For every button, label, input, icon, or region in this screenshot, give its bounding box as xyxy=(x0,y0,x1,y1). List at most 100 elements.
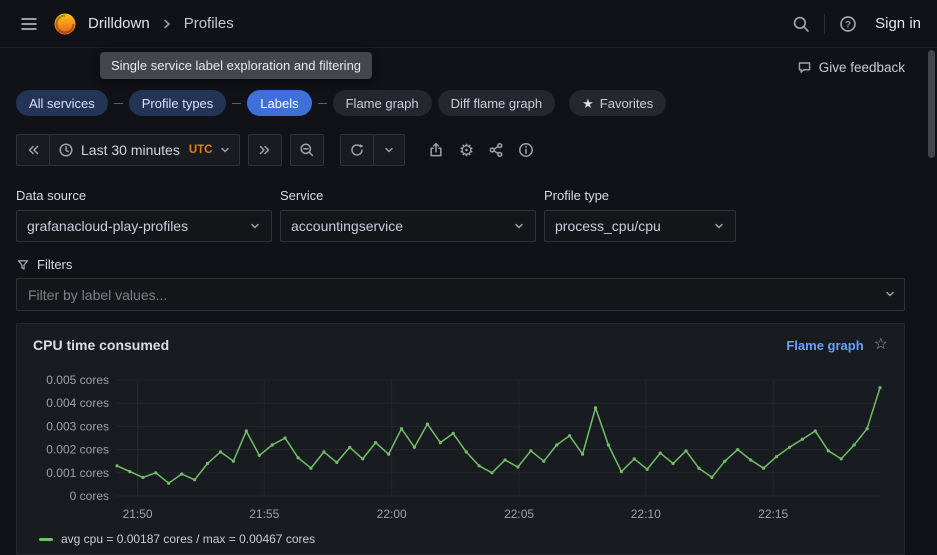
breadcrumb-page: Profiles xyxy=(184,15,234,32)
search-icon xyxy=(792,15,810,33)
star-outline-icon: ☆ xyxy=(874,336,888,353)
chevron-down-icon xyxy=(513,220,525,232)
clock-icon xyxy=(58,142,74,158)
star-icon: ★ xyxy=(582,97,594,110)
series-swatch xyxy=(39,538,53,541)
refresh-icon xyxy=(349,142,365,158)
filters-header: Filters xyxy=(16,257,905,272)
give-feedback-label: Give feedback xyxy=(819,60,905,75)
tab-all-services-label: All services xyxy=(29,96,95,111)
time-range-button[interactable]: Last 30 minutes UTC xyxy=(49,134,240,166)
settings-button[interactable]: ⚙ xyxy=(451,134,481,166)
info-button[interactable] xyxy=(511,134,541,166)
chevron-down-icon xyxy=(713,220,725,232)
topnav-divider xyxy=(824,14,825,34)
share-button[interactable] xyxy=(481,134,511,166)
double-chevron-right-icon xyxy=(257,142,273,158)
tab-profile-types-label: Profile types xyxy=(142,96,214,111)
tab-favorites-label: Favorites xyxy=(600,96,653,111)
cpu-panel: CPU time consumed Flame graph ☆ 0 cores 0… xyxy=(16,323,905,555)
tab-connector xyxy=(232,103,241,104)
datasource-value: grafanacloud-play-profiles xyxy=(27,218,188,234)
menu-button[interactable] xyxy=(16,11,42,37)
query-controls: Data source grafanacloud-play-profiles S… xyxy=(16,188,905,242)
time-toolbar: Last 30 minutes UTC xyxy=(16,134,905,166)
panel-title: CPU time consumed xyxy=(33,337,169,353)
breadcrumb-app-link[interactable]: Drilldown xyxy=(88,15,150,32)
filter-input-wrap xyxy=(16,278,905,311)
svg-text:0.004 cores: 0.004 cores xyxy=(46,396,109,410)
info-icon xyxy=(518,142,534,158)
exploration-tabs: All services Profile types Labels Flame … xyxy=(16,90,905,116)
datasource-field: Data source grafanacloud-play-profiles xyxy=(16,188,272,242)
help-button[interactable]: ? xyxy=(835,11,861,37)
svg-text:0.005 cores: 0.005 cores xyxy=(46,373,109,387)
datasource-select[interactable]: grafanacloud-play-profiles xyxy=(16,210,272,242)
filters-label: Filters xyxy=(37,257,72,272)
svg-text:21:55: 21:55 xyxy=(249,507,279,521)
profile-type-value: process_cpu/cpu xyxy=(555,218,661,234)
tab-labels[interactable]: Labels xyxy=(247,90,311,116)
legend-label: avg cpu = 0.00187 cores / max = 0.00467 … xyxy=(61,532,315,546)
svg-text:0.002 cores: 0.002 cores xyxy=(46,443,109,457)
panel-actions: Flame graph ☆ xyxy=(786,337,888,353)
profile-type-field: Profile type process_cpu/cpu xyxy=(544,188,736,242)
share-icon xyxy=(488,142,504,158)
svg-text:22:10: 22:10 xyxy=(631,507,661,521)
tab-connector xyxy=(114,103,123,104)
tab-profile-types[interactable]: Profile types xyxy=(129,90,227,116)
tab-all-services[interactable]: All services xyxy=(16,90,108,116)
give-feedback-link[interactable]: Give feedback xyxy=(797,60,905,75)
tab-favorites[interactable]: ★ Favorites xyxy=(569,90,666,116)
cpu-time-chart[interactable]: 0 cores0.001 cores0.002 cores0.003 cores… xyxy=(33,360,888,530)
service-select[interactable]: accountingservice xyxy=(280,210,536,242)
flame-graph-link[interactable]: Flame graph xyxy=(786,338,863,353)
help-icon: ? xyxy=(839,15,857,33)
filter-input[interactable] xyxy=(16,278,905,311)
scrollbar-thumb[interactable] xyxy=(928,50,935,158)
cpu-panel-header: CPU time consumed Flame graph ☆ xyxy=(33,334,888,356)
time-shift-back-button[interactable] xyxy=(16,134,50,166)
gear-icon: ⚙ xyxy=(459,142,474,159)
top-nav: Drilldown Profiles ? Sign in xyxy=(0,0,937,48)
chevron-right-icon xyxy=(160,17,174,31)
tab-diff-flame-graph[interactable]: Diff flame graph xyxy=(438,90,556,116)
page-body: Single service label exploration and fil… xyxy=(0,48,937,555)
favorite-panel-button[interactable]: ☆ xyxy=(874,337,888,353)
grafana-logo-icon xyxy=(52,11,78,37)
svg-text:22:00: 22:00 xyxy=(377,507,407,521)
svg-text:0.003 cores: 0.003 cores xyxy=(46,419,109,433)
zoom-out-button[interactable] xyxy=(290,134,324,166)
tab-flame-graph[interactable]: Flame graph xyxy=(333,90,432,116)
double-chevron-left-icon xyxy=(25,142,41,158)
service-value: accountingservice xyxy=(291,218,403,234)
scrollbar-track[interactable] xyxy=(927,48,937,546)
refresh-group xyxy=(340,134,405,166)
export-button[interactable] xyxy=(421,134,451,166)
subheader: Single service label exploration and fil… xyxy=(16,48,905,86)
profile-type-select[interactable]: process_cpu/cpu xyxy=(544,210,736,242)
svg-text:0 cores: 0 cores xyxy=(70,489,109,503)
refresh-button[interactable] xyxy=(340,134,374,166)
refresh-interval-button[interactable] xyxy=(373,134,405,166)
chevron-down-icon xyxy=(383,144,395,156)
search-button[interactable] xyxy=(788,11,814,37)
sign-in-link[interactable]: Sign in xyxy=(875,15,921,32)
export-icon xyxy=(428,142,444,158)
filter-funnel-icon xyxy=(16,258,30,272)
chevron-down-icon xyxy=(884,288,896,300)
hamburger-icon xyxy=(20,15,38,33)
comment-icon xyxy=(797,60,812,75)
time-range-label: Last 30 minutes xyxy=(81,142,180,158)
datasource-label: Data source xyxy=(16,188,272,203)
tab-diff-flame-graph-label: Diff flame graph xyxy=(451,96,543,111)
chevron-down-icon xyxy=(219,144,231,156)
legend-item[interactable]: avg cpu = 0.00187 cores / max = 0.00467 … xyxy=(33,530,888,548)
zoom-out-icon xyxy=(299,142,315,158)
time-shift-forward-button[interactable] xyxy=(248,134,282,166)
svg-text:22:15: 22:15 xyxy=(758,507,788,521)
grafana-logo[interactable] xyxy=(52,11,78,37)
service-label: Service xyxy=(280,188,536,203)
tab-connector xyxy=(318,103,327,104)
svg-text:21:50: 21:50 xyxy=(123,507,153,521)
